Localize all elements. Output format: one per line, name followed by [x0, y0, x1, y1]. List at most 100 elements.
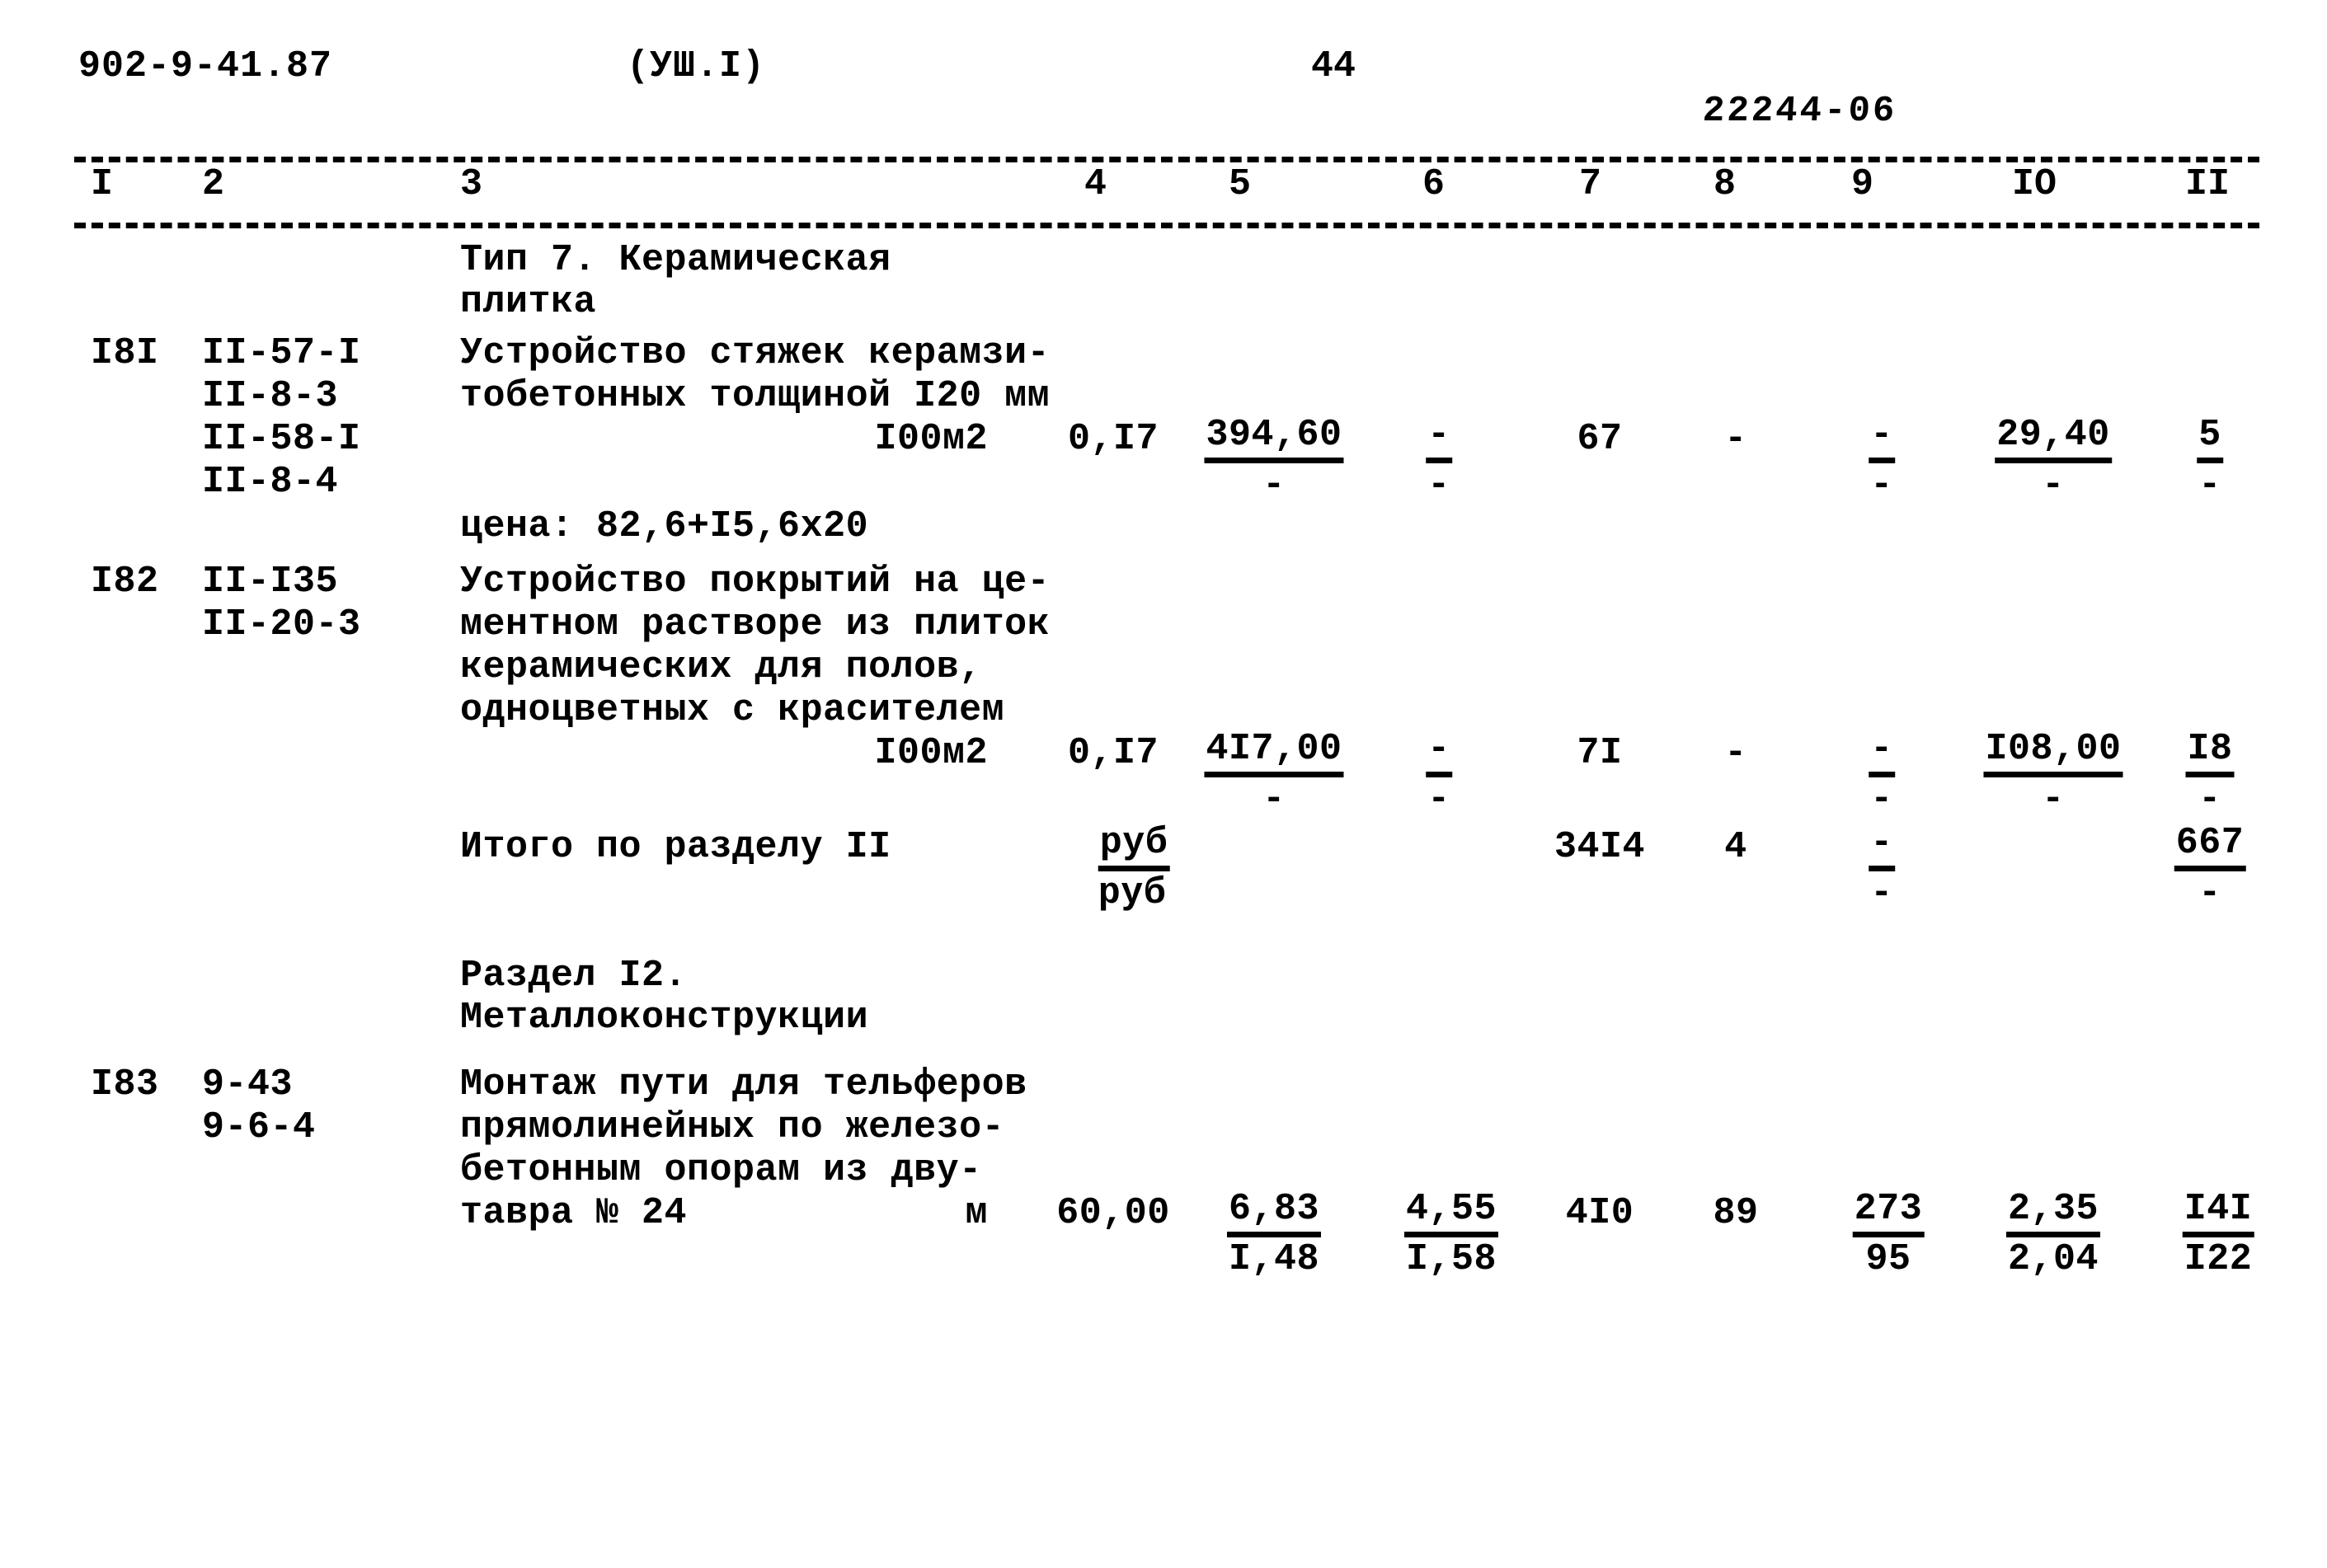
- cell-col11-numerator: I4I: [2182, 1189, 2254, 1237]
- cell-col6: - -: [1426, 729, 1452, 820]
- column-number-7: 7: [1579, 163, 1602, 205]
- total-col9-numerator: -: [1869, 823, 1895, 871]
- cell-col5-numerator: 4I7,00: [1204, 729, 1344, 777]
- archive-stamp: 22244-06: [1701, 91, 1898, 132]
- column-number-11: II: [2185, 163, 2231, 205]
- cell-col5-numerator: 6,83: [1226, 1189, 1322, 1237]
- cell-col7: 4I0: [1565, 1192, 1634, 1234]
- cell-col5-denominator: -: [1262, 778, 1286, 820]
- column-number-3: 3: [460, 163, 483, 205]
- total-col7: 34I4: [1554, 826, 1646, 868]
- section-title: Тип 7. Керамическая плитка: [460, 239, 891, 323]
- total-col8: 4: [1724, 826, 1747, 868]
- cell-col10-numerator: 2,35: [2005, 1189, 2101, 1237]
- cell-col11-numerator: 5: [2197, 415, 2223, 463]
- cell-col6: - -: [1426, 415, 1452, 506]
- column-number-row: I 2 3 4 5 6 7 8 9 IO II: [0, 163, 2327, 216]
- cell-col4: 60,00: [1056, 1192, 1170, 1234]
- cell-col9: - -: [1869, 729, 1895, 820]
- cell-col6-denominator: -: [1427, 464, 1450, 506]
- table-rule-bottom: [74, 223, 2259, 228]
- cell-col10: 29,40 -: [1995, 415, 2112, 506]
- cell-col9-numerator: 273: [1852, 1189, 1925, 1237]
- cell-col10-numerator: 29,40: [1995, 415, 2112, 463]
- row-unit: м: [965, 1192, 988, 1234]
- cell-col5-numerator: 394,60: [1204, 415, 1344, 463]
- cell-col10-numerator: I08,00: [1983, 729, 2123, 777]
- document-page: 902-9-41.87 (УШ.I) 44 22244-06 I 2 3 4 5…: [0, 0, 2327, 1568]
- cell-col11: I8 -: [2185, 729, 2235, 820]
- total-label: Итого по разделу II: [460, 826, 891, 868]
- row-note: цена: 82,6+I5,6x20: [460, 505, 869, 547]
- cell-col9-denominator: 95: [1865, 1238, 1911, 1280]
- cell-col7: 67: [1577, 418, 1623, 460]
- document-code: 902-9-41.87: [78, 45, 333, 87]
- column-number-5: 5: [1229, 163, 1252, 205]
- cell-col6-numerator: -: [1426, 415, 1452, 463]
- total-unit-numerator: руб: [1098, 823, 1170, 871]
- cell-col8: -: [1724, 418, 1747, 460]
- cell-col10-denominator: -: [2042, 778, 2065, 820]
- total-col11-denominator: -: [2198, 872, 2221, 914]
- cell-col10-denominator: -: [2042, 464, 2065, 506]
- total-col11: 667 -: [2174, 823, 2246, 914]
- cell-col11-denominator: -: [2198, 778, 2221, 820]
- row-number: I8I: [91, 332, 159, 374]
- row-description: Устройство покрытий на це- ментном раств…: [460, 561, 1051, 731]
- cell-col6: 4,55 I,58: [1403, 1189, 1499, 1280]
- row-number: I83: [91, 1063, 159, 1106]
- cell-col11-denominator: I22: [2184, 1238, 2253, 1280]
- cell-col9: 273 95: [1852, 1189, 1925, 1280]
- total-col9: - -: [1869, 823, 1895, 914]
- cell-col10-denominator: 2,04: [2007, 1238, 2099, 1280]
- cell-col4: 0,I7: [1067, 732, 1159, 774]
- row-description: Устройство стяжек керамзи- тобетонных то…: [460, 332, 1051, 417]
- total-col11-numerator: 667: [2174, 823, 2246, 871]
- cell-col9-numerator: -: [1869, 729, 1895, 777]
- column-number-2: 2: [202, 163, 225, 205]
- page-header: 902-9-41.87 (УШ.I) 44 22244-06: [0, 45, 2327, 136]
- row-unit: I00м2: [874, 418, 988, 460]
- cell-col6-denominator: I,58: [1405, 1238, 1497, 1280]
- row-unit: I00м2: [874, 732, 988, 774]
- table-rule-top: [74, 157, 2259, 162]
- cell-col5: 394,60 -: [1204, 415, 1344, 506]
- row-codes: II-57-I II-8-3 II-58-I II-8-4: [202, 332, 361, 503]
- cell-col10: I08,00 -: [1983, 729, 2123, 820]
- cell-col4: 0,I7: [1067, 418, 1159, 460]
- cell-col11-numerator: I8: [2185, 729, 2235, 777]
- column-number-10: IO: [2012, 163, 2057, 205]
- cell-col5-denominator: I,48: [1228, 1238, 1320, 1280]
- cell-col9: - -: [1869, 415, 1895, 506]
- cell-col5: 4I7,00 -: [1204, 729, 1344, 820]
- page-number: 44: [1311, 45, 1356, 87]
- series-label: (УШ.I): [627, 45, 766, 87]
- cell-col8: -: [1724, 732, 1747, 774]
- cell-col9-denominator: -: [1870, 778, 1893, 820]
- row-codes: 9-43 9-6-4: [202, 1063, 316, 1148]
- cell-col5: 6,83 I,48: [1226, 1189, 1322, 1280]
- column-number-9: 9: [1851, 163, 1874, 205]
- total-unit-denominator: руб: [1098, 872, 1167, 914]
- row-codes: II-I35 II-20-3: [202, 561, 361, 646]
- cell-col11: I4I I22: [2182, 1189, 2254, 1280]
- section-title: Раздел I2. Металлоконструкции: [460, 955, 869, 1039]
- cell-col7: 7I: [1577, 732, 1623, 774]
- cell-col5-denominator: -: [1262, 464, 1286, 506]
- total-col9-denominator: -: [1870, 872, 1893, 914]
- cell-col11-denominator: -: [2198, 464, 2221, 506]
- cell-col6-numerator: -: [1426, 729, 1452, 777]
- cell-col11: 5 -: [2197, 415, 2223, 506]
- column-number-8: 8: [1714, 163, 1737, 205]
- cell-col6-denominator: -: [1427, 778, 1450, 820]
- column-number-4: 4: [1084, 163, 1107, 205]
- cell-col9-numerator: -: [1869, 415, 1895, 463]
- cell-col9-denominator: -: [1870, 464, 1893, 506]
- column-number-1: I: [91, 163, 114, 205]
- total-unit: руб руб: [1098, 823, 1170, 914]
- cell-col6-numerator: 4,55: [1403, 1189, 1499, 1237]
- column-number-6: 6: [1422, 163, 1446, 205]
- cell-col8: 89: [1713, 1192, 1759, 1234]
- cell-col10: 2,35 2,04: [2005, 1189, 2101, 1280]
- row-number: I82: [91, 561, 159, 603]
